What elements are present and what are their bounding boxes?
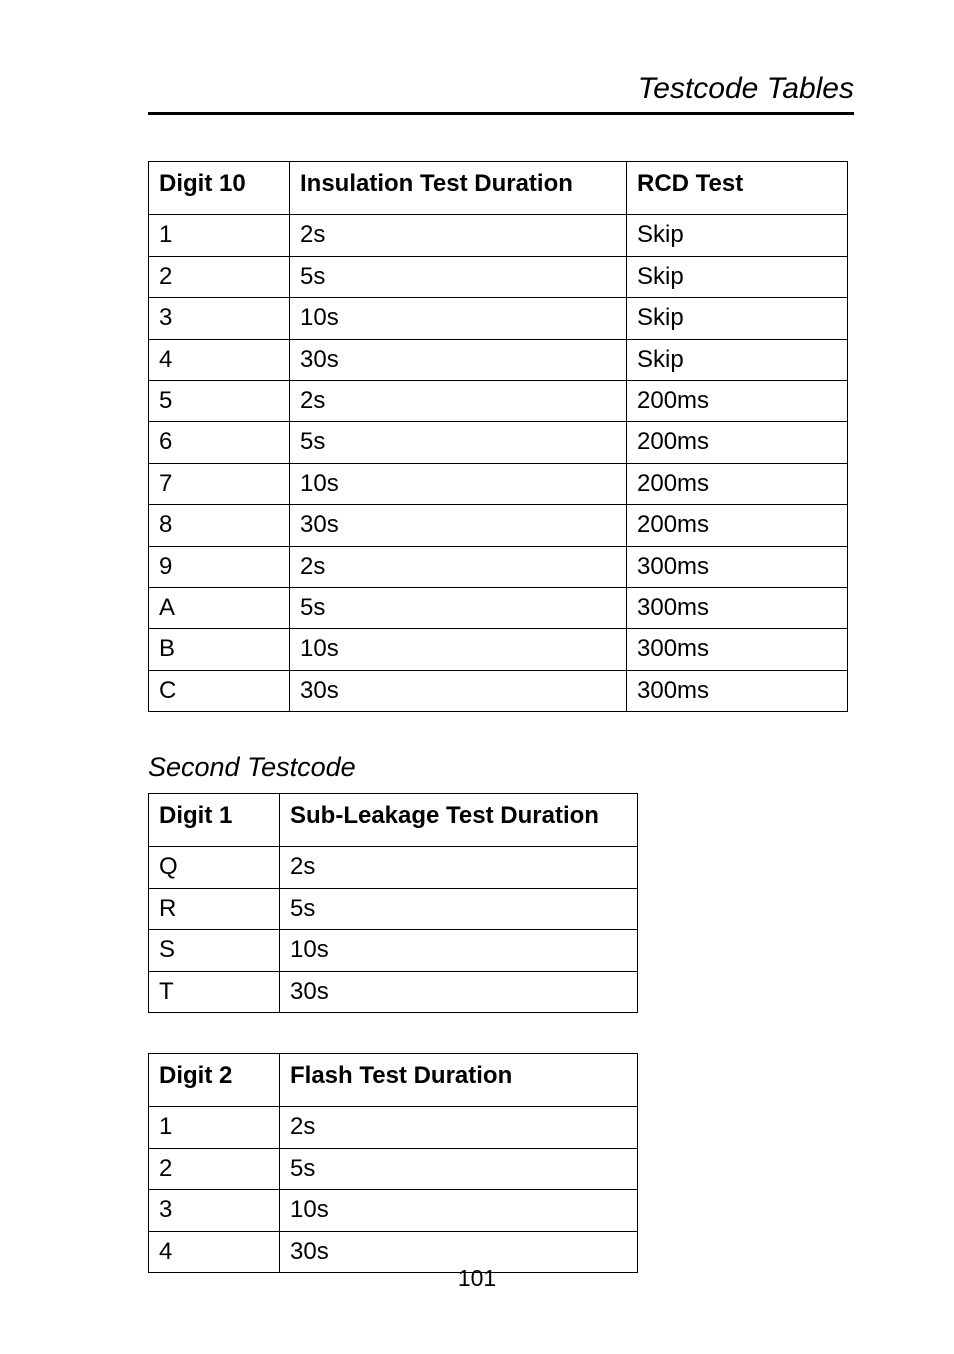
cell-rcd: 300ms (627, 629, 848, 670)
table2-body: Q2sR5sS10sT30s (149, 847, 638, 1013)
cell-digit1: Q (149, 847, 280, 888)
cell-digit10: C (149, 670, 290, 711)
cell-digit2: 3 (149, 1190, 280, 1231)
th-rcd: RCD Test (627, 162, 848, 215)
cell-insulation: 2s (290, 380, 627, 421)
header-rule (148, 112, 854, 115)
th-digit1: Digit 1 (149, 794, 280, 847)
section-title: Second Testcode (148, 752, 854, 783)
cell-flash: 2s (280, 1107, 638, 1148)
table-row: 52s200ms (149, 380, 848, 421)
table-row: 12sSkip (149, 215, 848, 256)
cell-flash: 10s (280, 1190, 638, 1231)
cell-digit2: 1 (149, 1107, 280, 1148)
table-row: 25s (149, 1148, 638, 1189)
cell-subleakage: 30s (280, 971, 638, 1012)
cell-digit1: R (149, 888, 280, 929)
cell-insulation: 5s (290, 256, 627, 297)
table-row: 65s200ms (149, 422, 848, 463)
table3-body: 12s25s310s430s (149, 1107, 638, 1273)
table-row: A5s300ms (149, 587, 848, 628)
table-row: C30s300ms (149, 670, 848, 711)
table-row: 830s200ms (149, 505, 848, 546)
cell-insulation: 30s (290, 505, 627, 546)
cell-insulation: 2s (290, 546, 627, 587)
cell-digit10: 1 (149, 215, 290, 256)
cell-rcd: Skip (627, 215, 848, 256)
cell-insulation: 30s (290, 670, 627, 711)
cell-digit10: A (149, 587, 290, 628)
cell-insulation: 10s (290, 298, 627, 339)
page-header: Testcode Tables (148, 72, 854, 106)
cell-digit10: 6 (149, 422, 290, 463)
cell-insulation: 5s (290, 587, 627, 628)
cell-rcd: 200ms (627, 463, 848, 504)
cell-rcd: 200ms (627, 505, 848, 546)
cell-subleakage: 10s (280, 930, 638, 971)
table-row: S10s (149, 930, 638, 971)
cell-subleakage: 2s (280, 847, 638, 888)
cell-insulation: 30s (290, 339, 627, 380)
cell-digit10: 9 (149, 546, 290, 587)
cell-digit10: 3 (149, 298, 290, 339)
table-row: R5s (149, 888, 638, 929)
table-row: 310sSkip (149, 298, 848, 339)
table-digit2: Digit 2 Flash Test Duration 12s25s310s43… (148, 1053, 638, 1273)
cell-digit10: B (149, 629, 290, 670)
table-row: 12s (149, 1107, 638, 1148)
cell-insulation: 2s (290, 215, 627, 256)
th-subleakage: Sub-Leakage Test Duration (280, 794, 638, 847)
table-row: 310s (149, 1190, 638, 1231)
table-row: 430sSkip (149, 339, 848, 380)
cell-digit2: 2 (149, 1148, 280, 1189)
table-row: 25sSkip (149, 256, 848, 297)
cell-rcd: Skip (627, 339, 848, 380)
cell-rcd: 300ms (627, 587, 848, 628)
cell-rcd: Skip (627, 256, 848, 297)
cell-digit10: 5 (149, 380, 290, 421)
th-flash: Flash Test Duration (280, 1054, 638, 1107)
table-row: 710s200ms (149, 463, 848, 504)
th-digit2: Digit 2 (149, 1054, 280, 1107)
cell-rcd: 300ms (627, 670, 848, 711)
cell-insulation: 10s (290, 629, 627, 670)
th-digit10: Digit 10 (149, 162, 290, 215)
table-row: B10s300ms (149, 629, 848, 670)
table-row: Q2s (149, 847, 638, 888)
table1-body: 12sSkip25sSkip310sSkip430sSkip52s200ms65… (149, 215, 848, 712)
cell-digit1: T (149, 971, 280, 1012)
table-digit1: Digit 1 Sub-Leakage Test Duration Q2sR5s… (148, 793, 638, 1013)
cell-rcd: 300ms (627, 546, 848, 587)
cell-rcd: 200ms (627, 422, 848, 463)
cell-flash: 5s (280, 1148, 638, 1189)
cell-subleakage: 5s (280, 888, 638, 929)
table-row: 92s300ms (149, 546, 848, 587)
cell-digit10: 2 (149, 256, 290, 297)
table-row: T30s (149, 971, 638, 1012)
cell-digit10: 8 (149, 505, 290, 546)
cell-digit10: 7 (149, 463, 290, 504)
cell-rcd: 200ms (627, 380, 848, 421)
cell-insulation: 5s (290, 422, 627, 463)
cell-digit1: S (149, 930, 280, 971)
cell-digit10: 4 (149, 339, 290, 380)
th-insulation: Insulation Test Duration (290, 162, 627, 215)
table-digit10: Digit 10 Insulation Test Duration RCD Te… (148, 161, 848, 712)
cell-insulation: 10s (290, 463, 627, 504)
page-number: 101 (0, 1265, 954, 1292)
cell-rcd: Skip (627, 298, 848, 339)
